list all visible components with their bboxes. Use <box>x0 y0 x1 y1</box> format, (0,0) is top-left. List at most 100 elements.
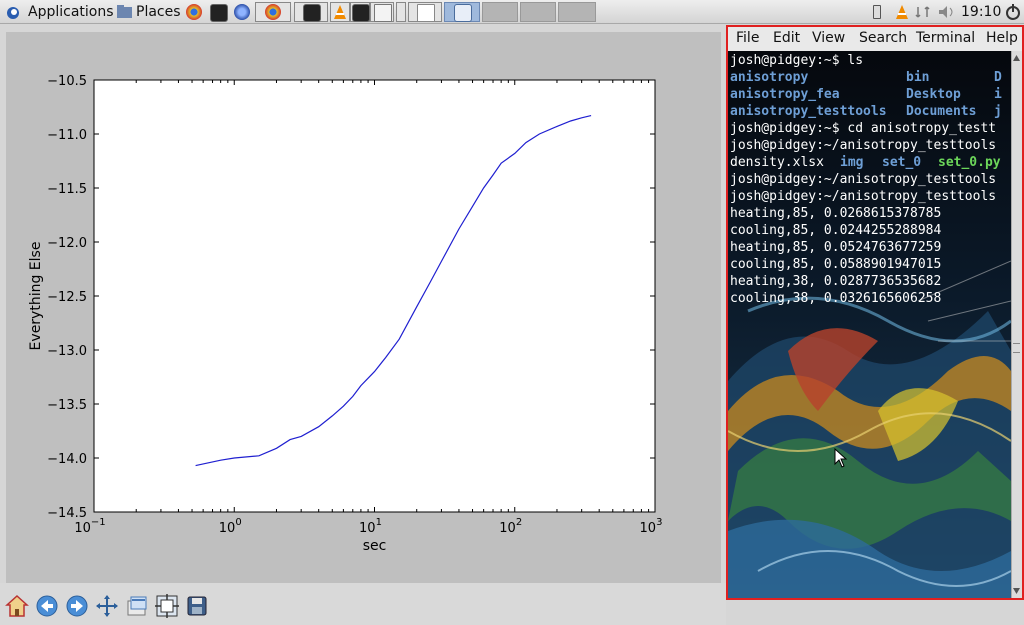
terminal-text: set_0 <box>882 155 922 170</box>
pan-button[interactable] <box>94 593 120 619</box>
menu-help[interactable]: Help <box>986 30 1018 46</box>
vlc-tray-icon[interactable] <box>894 4 910 20</box>
terminal-line: anisotropy_testtools Documents j <box>730 103 1012 120</box>
gnome-foot-icon <box>7 7 19 19</box>
configure-subplots-button[interactable] <box>154 593 180 619</box>
battery-icon[interactable] <box>873 5 881 19</box>
terminal-launcher-icon[interactable] <box>210 4 228 22</box>
document-icon <box>417 4 435 22</box>
terminal-text: anisotropy_fea <box>730 87 840 102</box>
terminal-text: Documents <box>906 104 977 119</box>
terminal-text: i <box>994 87 1002 102</box>
y-tick-label: −12.0 <box>47 236 87 251</box>
zoom-button[interactable] <box>124 593 150 619</box>
x-tick-exponent: 3 <box>656 517 662 528</box>
taskbar-chrome-button[interactable] <box>255 2 291 22</box>
terminal-line: cooling,85, 0.0588901947015 <box>730 256 1012 273</box>
terminal-text: cooling,85, 0.0588901947015 <box>730 257 942 272</box>
taskbar-vlc-button[interactable] <box>330 2 350 22</box>
terminal-line: josh@pidgey:~/anisotropy_testtools <box>730 188 1012 205</box>
terminal-text: img <box>840 155 864 170</box>
clock[interactable]: 19:10 <box>961 0 1001 24</box>
workspace-2[interactable] <box>520 2 556 22</box>
x-tick-base: 10 <box>219 521 236 536</box>
power-icon[interactable] <box>1004 3 1022 21</box>
terminal-text: heating,85, 0.0524763677259 <box>730 240 942 255</box>
y-axis-label: Everything Else <box>28 242 44 351</box>
terminal-line: cooling,85, 0.0244255288984 <box>730 222 1012 239</box>
arrow-left-icon <box>36 595 58 617</box>
y-tick-label: −13.0 <box>47 344 87 359</box>
terminal-menubar: File Edit View Search Terminal Help <box>728 27 1022 51</box>
y-tick-label: −13.5 <box>47 398 87 413</box>
subplots-icon <box>155 594 179 618</box>
y-tick-label: −14.0 <box>47 452 87 467</box>
network-icon[interactable] <box>915 4 931 20</box>
taskbar-figure-button[interactable] <box>444 2 480 22</box>
chrome-launcher-icon[interactable] <box>186 4 202 20</box>
x-tick-base: 10 <box>74 521 91 536</box>
places-label: Places <box>136 4 181 20</box>
home-button[interactable] <box>4 593 30 619</box>
x-tick-base: 10 <box>359 521 376 536</box>
x-tick-exponent: 1 <box>376 517 382 528</box>
x-tick-base: 10 <box>499 521 516 536</box>
x-tick-label: 102 <box>499 517 522 536</box>
x-axis-label: sec <box>363 538 387 554</box>
volume-icon[interactable] <box>938 4 956 20</box>
back-button[interactable] <box>34 593 60 619</box>
terminal-output[interactable]: josh@pidgey:~$ ls anisotropy bin Danisotrop… <box>730 52 1012 307</box>
menu-terminal[interactable]: Terminal <box>916 30 975 46</box>
terminal-line: heating,85, 0.0524763677259 <box>730 239 1012 256</box>
taskbar-terminal-2-button[interactable] <box>350 2 370 22</box>
arrow-right-icon <box>66 595 88 617</box>
scrollbar-grip[interactable] <box>1013 343 1020 353</box>
y-tick-label: −10.5 <box>47 74 87 89</box>
taskbar-terminal-button[interactable] <box>294 2 328 22</box>
taskbar-window-button[interactable] <box>396 2 406 22</box>
terminal-scrollbar[interactable] <box>1011 51 1022 598</box>
taskbar-editor-button[interactable] <box>370 2 394 22</box>
terminal-line: cooling,38, 0.0326165606258 <box>730 290 1012 307</box>
terminal-line: josh@pidgey:~/anisotropy_testtools <box>730 171 1012 188</box>
terminal-text: josh@pidgey:~$ cd anisotropy_testt <box>730 121 997 136</box>
save-button[interactable] <box>184 593 210 619</box>
terminal-text: set_0.py <box>938 155 1001 170</box>
menu-file[interactable]: File <box>736 30 759 46</box>
applications-label: Applications <box>28 4 114 20</box>
scroll-up-icon[interactable] <box>1012 53 1021 63</box>
web-browser-launcher-icon[interactable] <box>234 4 250 20</box>
terminal-text: j <box>994 104 1002 119</box>
terminal-text: D <box>994 70 1002 85</box>
chrome-icon <box>265 4 281 20</box>
terminal-text: josh@pidgey:~/anisotropy_testtools <box>730 172 997 187</box>
forward-button[interactable] <box>64 593 90 619</box>
y-tick-label: −11.5 <box>47 182 87 197</box>
workspace-1[interactable] <box>482 2 518 22</box>
x-tick-label: 101 <box>359 517 382 536</box>
navigation-toolbar <box>0 583 726 625</box>
terminal-window: File Edit View Search Terminal Help josh… <box>726 25 1024 600</box>
top-panel: Applications Places 19:10 <box>0 0 1024 24</box>
terminal-text: anisotropy_testtools <box>730 104 887 119</box>
terminal-icon <box>352 4 370 22</box>
terminal-line: anisotropy bin D <box>730 69 1012 86</box>
x-tick-base: 10 <box>640 521 657 536</box>
x-tick-exponent: 0 <box>235 517 241 528</box>
save-disk-icon <box>187 596 207 616</box>
figure-window: −10.5 −11.0 −11.5 −12.0 −12.5 −13.0 −13.5 −14.0… <box>0 25 726 625</box>
menu-view[interactable]: View <box>812 30 845 46</box>
figure-canvas: −10.5 −11.0 −11.5 −12.0 −12.5 −13.0 −13.5 −14.0… <box>6 32 721 583</box>
mouse-cursor-icon <box>834 448 848 468</box>
text-editor-icon <box>374 4 392 22</box>
terminal-line: density.xlsx img set_0 set_0.py <box>730 154 1012 171</box>
terminal-text: density.xlsx <box>730 155 824 170</box>
terminal-line: heating,38, 0.0287736535682 <box>730 273 1012 290</box>
taskbar-document-button[interactable] <box>408 2 442 22</box>
menu-search[interactable]: Search <box>859 30 907 46</box>
scroll-down-icon[interactable] <box>1012 586 1021 596</box>
menu-edit[interactable]: Edit <box>773 30 800 46</box>
x-tick-exponent: −1 <box>91 517 106 528</box>
workspace-3[interactable] <box>558 2 596 22</box>
terminal-line: josh@pidgey:~$ ls <box>730 52 1012 69</box>
